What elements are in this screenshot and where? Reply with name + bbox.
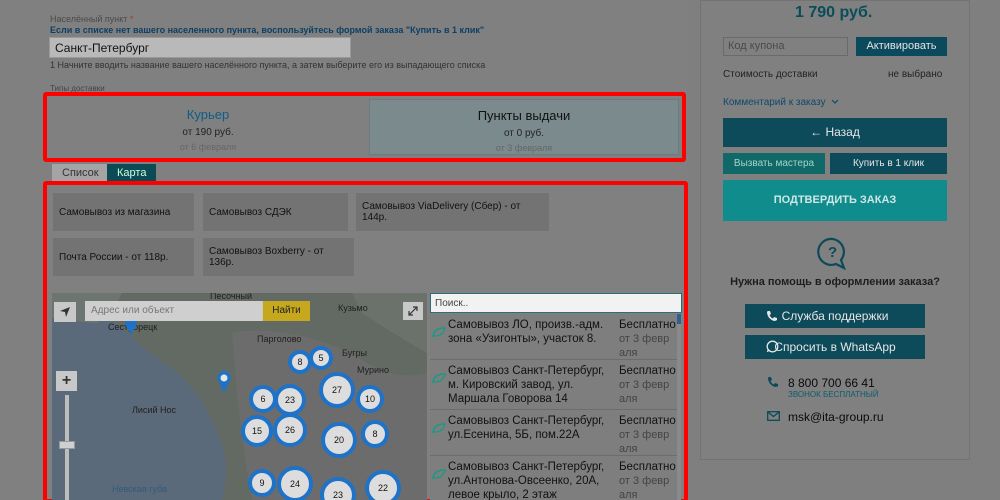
map-label-pargolovo: Парголово: [257, 334, 302, 344]
map-pin-icon[interactable]: [216, 370, 232, 394]
map-cluster[interactable]: 9: [248, 469, 276, 497]
geolocate-button[interactable]: [54, 302, 76, 322]
map-cluster[interactable]: 8: [288, 350, 312, 374]
map-cluster[interactable]: 20: [321, 422, 357, 458]
map-search-box: Адрес или объект Найти: [85, 301, 310, 321]
expand-icon: [408, 306, 418, 316]
city-input[interactable]: Санкт-Петербург: [49, 37, 351, 58]
phone-icon: [768, 377, 778, 387]
support-phone-note: ЗВОНОК БЕСПЛАТНЫЙ: [788, 390, 879, 399]
pickup-leaf-icon: [432, 469, 446, 479]
tab-pickup-date: от 3 февраля: [495, 143, 553, 153]
tab-courier-title: Курьер: [186, 107, 230, 122]
tab-pickup-price: от 0 руб.: [503, 128, 545, 139]
map-cluster[interactable]: 26: [273, 413, 307, 447]
svg-text:?: ?: [828, 244, 837, 261]
buy-one-click-button[interactable]: Купить в 1 клик: [830, 153, 947, 174]
map-cluster[interactable]: 22: [365, 470, 401, 500]
list-item[interactable]: Самовывоз Санкт-Петербург, ул.Антонова-О…: [430, 456, 680, 500]
zoom-in-button[interactable]: +: [56, 371, 77, 391]
help-text: Нужна помощь в оформлении заказа?: [730, 276, 940, 288]
map-label-pesochny: Песочный: [210, 293, 253, 301]
map-cluster[interactable]: 24: [277, 466, 313, 500]
support-phone[interactable]: 8 800 700 66 41: [788, 376, 875, 390]
pickup-option-store[interactable]: Самовывоз из магазина: [53, 193, 194, 231]
map-cluster[interactable]: 15: [241, 415, 273, 447]
map-label-murino: Мурино: [357, 365, 390, 375]
map-find-button[interactable]: Найти: [263, 301, 310, 321]
back-button[interactable]: ← Назад: [723, 118, 947, 147]
pickup-option-cdek[interactable]: Самовывоз СДЭК: [203, 193, 348, 231]
list-item[interactable]: Самовывоз ЛО, произв.-адм. зона «Узигонт…: [430, 314, 680, 360]
list-item[interactable]: Самовывоз Санкт-Петербург, ул.Есенина, 5…: [430, 410, 680, 456]
city-label: Населённый пункт *: [50, 14, 134, 24]
confirm-order-button[interactable]: ПОДТВЕРДИТЬ ЗАКАЗ: [723, 180, 947, 221]
help-chat-icon: ?: [817, 237, 847, 271]
map-canvas[interactable]: Песочный Сестрорецк Парголово Бугры Кузь…: [52, 293, 427, 500]
list-scrollbar-thumb[interactable]: [677, 314, 681, 324]
whatsapp-button[interactable]: Спросить в WhatsApp: [745, 335, 925, 359]
city-hint[interactable]: Если в списке нет вашего населенного пун…: [50, 25, 484, 35]
city-note: 1 Начните вводить название вашего населё…: [50, 60, 486, 70]
tab-courier-price: от 190 руб.: [182, 127, 234, 138]
map-label-nevskaya-guba: Невская губа: [112, 484, 168, 494]
pickup-price: Бесплатно: [619, 415, 676, 427]
list-item[interactable]: Самовывоз Санкт-Петербург, м. Кировский …: [430, 360, 680, 410]
pickup-date: от 3 февр аля: [619, 379, 670, 405]
pickup-price: Бесплатно: [619, 461, 676, 473]
support-label: Служба поддержки: [781, 309, 889, 323]
pickup-name: Самовывоз ЛО, произв.-адм. зона «Узигонт…: [448, 319, 604, 345]
pickup-date: от 3 февр аля: [619, 475, 670, 500]
pickup-price: Бесплатно: [619, 319, 676, 331]
map-cluster[interactable]: 10: [356, 385, 384, 413]
mail-icon: [767, 411, 780, 421]
zoom-slider-handle[interactable]: [59, 441, 75, 449]
pickup-name: Самовывоз Санкт-Петербург, ул.Есенина, 5…: [448, 415, 605, 441]
support-email[interactable]: msk@ita-group.ru: [788, 410, 884, 424]
pickup-search-input[interactable]: Поиск..: [430, 293, 682, 313]
list-scrollbar[interactable]: [677, 314, 681, 500]
map-cluster[interactable]: 27: [319, 372, 355, 408]
map-cluster[interactable]: 5: [309, 346, 333, 370]
delivery-cost-value: не выбрано: [888, 69, 943, 80]
map-cluster[interactable]: 23: [274, 384, 306, 416]
pickup-leaf-icon: [432, 423, 446, 433]
map-label-bugry: Бугры: [342, 348, 367, 358]
map-label-kuzmo: Кузьмо: [338, 303, 368, 313]
navigation-arrow-icon: [60, 307, 70, 317]
pickup-leaf-icon: [432, 327, 446, 337]
tab-pickup-points[interactable]: Пункты выдачи от 0 руб. от 3 февраля: [369, 99, 679, 155]
tab-courier[interactable]: Курьер от 190 руб. от 6 февраля: [50, 99, 366, 155]
pickup-price: Бесплатно: [619, 365, 676, 377]
fullscreen-button[interactable]: [403, 302, 423, 320]
order-comment-toggle[interactable]: Комментарий к заказу: [723, 97, 839, 108]
pickup-option-boxberry[interactable]: Самовывоз Boxberry - от 136р.: [203, 238, 354, 276]
call-master-button[interactable]: Вызвать мастера: [723, 153, 825, 174]
map-cluster[interactable]: 6: [249, 385, 277, 413]
coupon-input[interactable]: Код купона: [723, 37, 848, 56]
support-button[interactable]: Служба поддержки: [745, 304, 925, 328]
pickup-name: Самовывоз Санкт-Петербург, ул.Антонова-О…: [448, 461, 605, 500]
whatsapp-label: Спросить в WhatsApp: [774, 340, 896, 354]
map-address-input[interactable]: Адрес или объект: [85, 301, 262, 321]
order-total: 1 790 руб.: [795, 4, 873, 21]
delivery-cost-label: Стоимость доставки: [723, 69, 818, 80]
map-cluster[interactable]: 8: [361, 420, 389, 448]
order-comment-label: Комментарий к заказу: [723, 97, 826, 108]
delivery-types-highlight: Курьер от 190 руб. от 6 февраля Пункты в…: [43, 92, 686, 162]
map-label-lisiy-nos: Лисий Нос: [132, 405, 176, 415]
pickup-date: от 3 февр аля: [619, 333, 670, 359]
pickup-option-viadelivery[interactable]: Самовывоз ViaDelivery (Сбер) - от 144р.: [356, 193, 549, 231]
phone-icon: [767, 311, 777, 321]
pickup-name: Самовывоз Санкт-Петербург, м. Кировский …: [448, 365, 605, 405]
activate-coupon-button[interactable]: Активировать: [856, 37, 947, 56]
pickup-point-list: Самовывоз ЛО, произв.-адм. зона «Узигонт…: [430, 314, 680, 500]
chevron-down-icon: [831, 99, 839, 104]
pickup-option-russian-post[interactable]: Почта России - от 118р.: [53, 238, 194, 276]
whatsapp-icon: [766, 340, 779, 353]
pickup-leaf-icon: [432, 373, 446, 383]
tab-pickup-title: Пункты выдачи: [477, 108, 571, 123]
pickup-date: от 3 февр аля: [619, 429, 670, 455]
tab-courier-date: от 6 февраля: [179, 142, 237, 152]
